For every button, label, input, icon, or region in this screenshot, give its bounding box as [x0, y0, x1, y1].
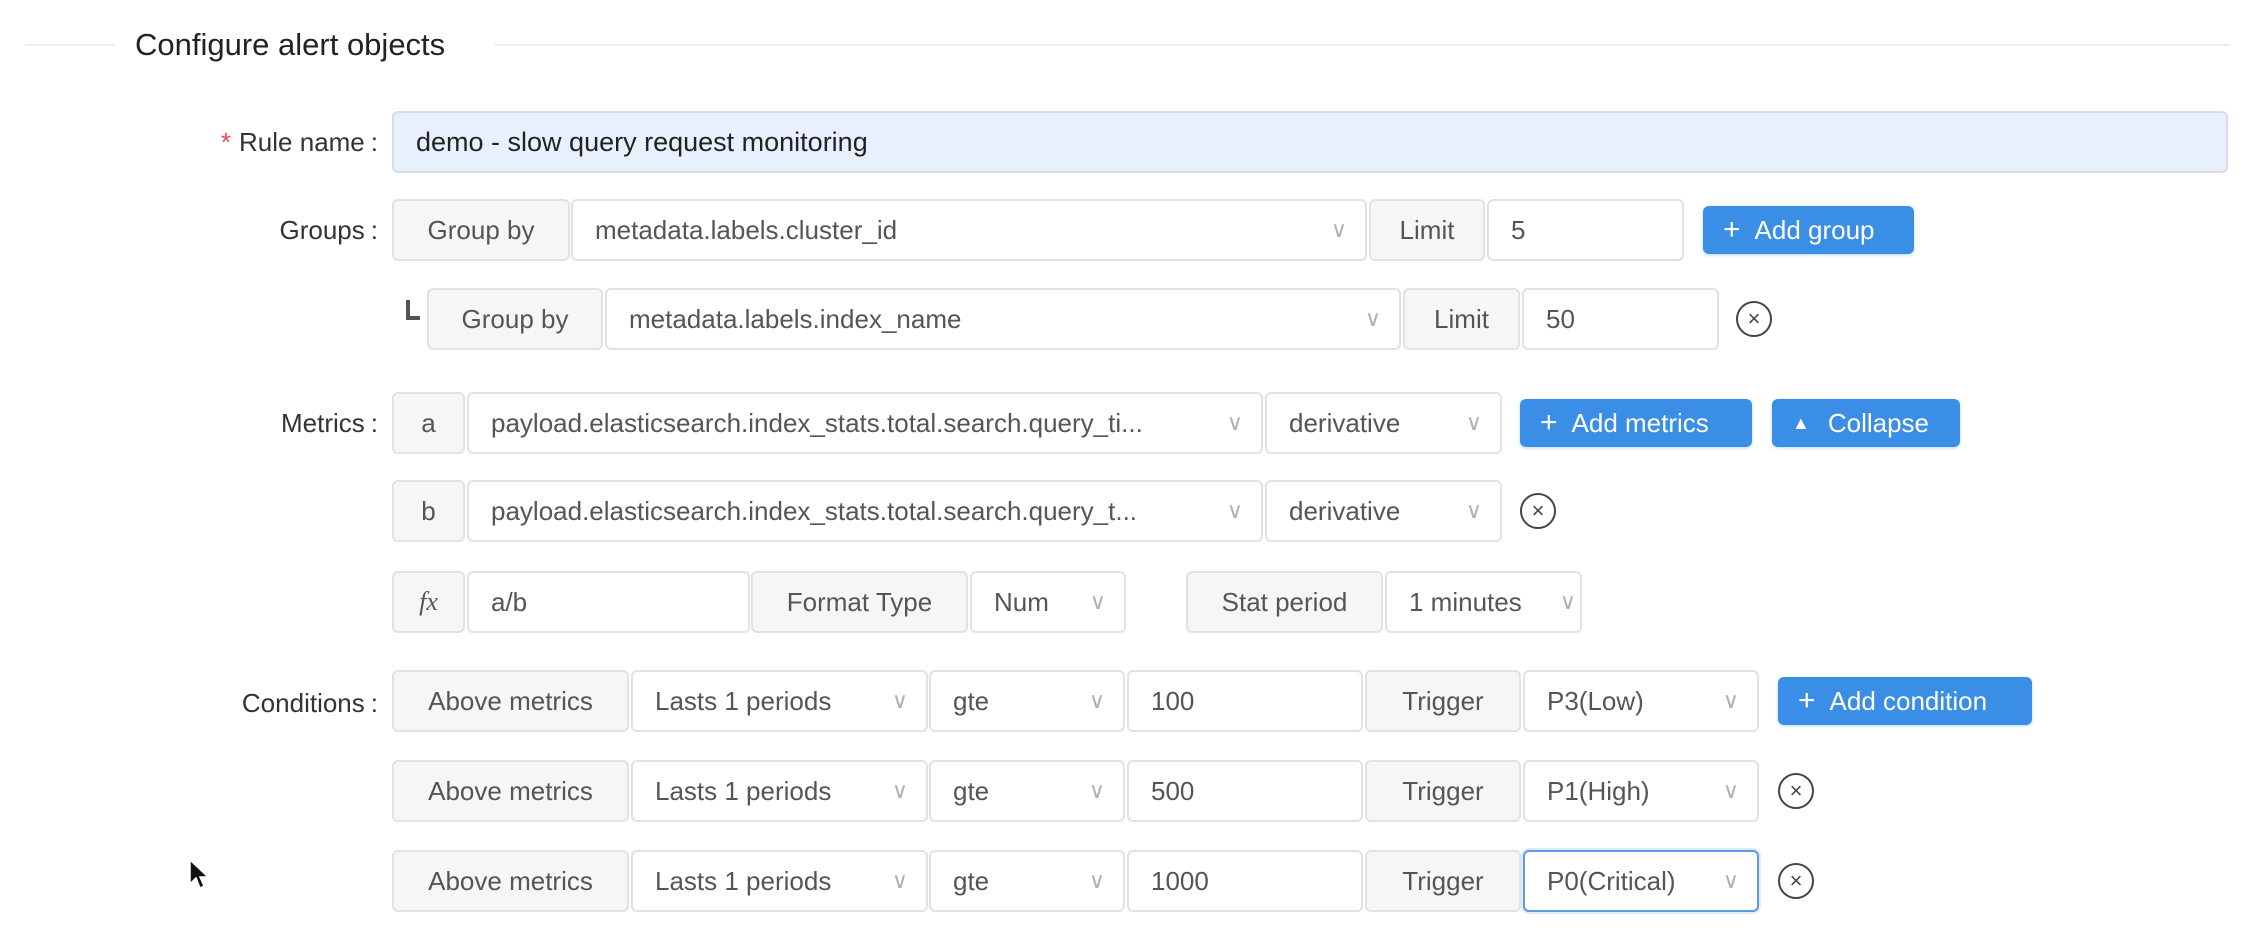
group-field-select[interactable]: metadata.labels.index_name ∨ [605, 288, 1401, 350]
remove-condition-icon[interactable]: × [1778, 863, 1814, 899]
format-type-addon: Format Type [751, 571, 968, 633]
section-title: Configure alert objects [135, 27, 446, 62]
chevron-down-icon: ∨ [1722, 688, 1739, 713]
rule-name-label: * Rule name: [220, 127, 378, 157]
chevron-down-icon: ∨ [1364, 306, 1381, 331]
condition-value-input[interactable]: 500 [1127, 760, 1363, 822]
chevron-down-icon: ∨ [891, 868, 908, 893]
group-field-select[interactable]: metadata.labels.cluster_id ∨ [571, 199, 1367, 261]
condition-lasts-select[interactable]: Lasts 1 periods ∨ [631, 850, 928, 912]
chevron-down-icon: ∨ [1088, 778, 1105, 803]
trigger-addon: Trigger [1365, 760, 1521, 822]
priority-select[interactable]: P1(High) ∨ [1523, 760, 1759, 822]
chevron-down-icon: ∨ [1088, 868, 1105, 893]
group-by-addon: Group by [392, 199, 570, 261]
rule-name-input[interactable]: demo - slow query request monitoring [392, 111, 2228, 173]
condition-lasts-select[interactable]: Lasts 1 periods ∨ [631, 670, 928, 732]
required-mark: * [220, 127, 232, 157]
chevron-down-icon: ∨ [1465, 410, 1482, 435]
groups-label: Groups: [279, 215, 379, 245]
format-type-select[interactable]: Num ∨ [970, 571, 1126, 633]
formula-input[interactable]: a/b [467, 571, 750, 633]
limit-addon: Limit [1369, 199, 1485, 261]
condition-value-input[interactable]: 100 [1127, 670, 1363, 732]
trigger-addon: Trigger [1365, 850, 1521, 912]
chevron-down-icon: ∨ [1465, 498, 1482, 523]
chevron-down-icon: ∨ [891, 688, 908, 713]
trigger-addon: Trigger [1365, 670, 1521, 732]
chevron-down-icon: ∨ [1330, 217, 1347, 242]
chevron-down-icon: ∨ [891, 778, 908, 803]
condition-value-input[interactable]: 1000 [1127, 850, 1363, 912]
chevron-down-icon: ∨ [1226, 498, 1243, 523]
triangle-up-icon: ▲ [1792, 413, 1810, 433]
metric-name-addon: a [392, 392, 465, 454]
section-divider-left [25, 44, 115, 46]
chevron-down-icon: ∨ [1722, 778, 1739, 803]
chevron-down-icon: ∨ [1088, 688, 1105, 713]
add-condition-button[interactable]: + Add condition [1778, 677, 2032, 725]
limit-input[interactable]: 5 [1487, 199, 1684, 261]
priority-select[interactable]: P0(Critical) ∨ [1523, 850, 1759, 912]
collapse-button[interactable]: ▲ Collapse [1772, 399, 1960, 447]
add-metrics-button[interactable]: + Add metrics [1520, 399, 1752, 447]
condition-operator-select[interactable]: gte ∨ [929, 850, 1125, 912]
chevron-down-icon: ∨ [1559, 589, 1576, 614]
remove-metric-icon[interactable]: × [1520, 493, 1556, 529]
plus-icon: + [1723, 213, 1741, 246]
chevron-down-icon: ∨ [1722, 868, 1739, 893]
condition-addon: Above metrics [392, 760, 629, 822]
chevron-down-icon: ∨ [1226, 410, 1243, 435]
plus-icon: + [1798, 684, 1816, 717]
metrics-label: Metrics: [280, 408, 378, 438]
stat-period-addon: Stat period [1186, 571, 1383, 633]
metric-aggregation-select[interactable]: derivative ∨ [1265, 392, 1502, 454]
formula-addon: fx [392, 571, 465, 633]
plus-icon: + [1540, 406, 1558, 439]
condition-addon: Above metrics [392, 850, 629, 912]
condition-lasts-select[interactable]: Lasts 1 periods ∨ [631, 760, 928, 822]
metric-field-select[interactable]: payload.elasticsearch.index_stats.total.… [467, 392, 1263, 454]
condition-operator-select[interactable]: gte ∨ [929, 670, 1125, 732]
add-group-button[interactable]: + Add group [1703, 206, 1914, 254]
condition-operator-select[interactable]: gte ∨ [929, 760, 1125, 822]
limit-input[interactable]: 50 [1522, 288, 1719, 350]
limit-addon: Limit [1403, 288, 1520, 350]
metric-name-addon: b [392, 480, 465, 542]
conditions-label: Conditions: [241, 688, 378, 718]
chevron-down-icon: ∨ [1089, 589, 1106, 614]
remove-group-icon[interactable]: × [1736, 301, 1772, 337]
metric-field-select[interactable]: payload.elasticsearch.index_stats.total.… [467, 480, 1263, 542]
priority-select[interactable]: P3(Low) ∨ [1523, 670, 1759, 732]
remove-condition-icon[interactable]: × [1778, 773, 1814, 809]
nested-group-connector-icon [406, 300, 420, 320]
section-divider-right [495, 44, 2230, 46]
group-by-addon: Group by [427, 288, 603, 350]
condition-addon: Above metrics [392, 670, 629, 732]
metric-aggregation-select[interactable]: derivative ∨ [1265, 480, 1502, 542]
mouse-cursor-icon [189, 858, 210, 890]
stat-period-select[interactable]: 1 minutes ∨ [1385, 571, 1582, 633]
